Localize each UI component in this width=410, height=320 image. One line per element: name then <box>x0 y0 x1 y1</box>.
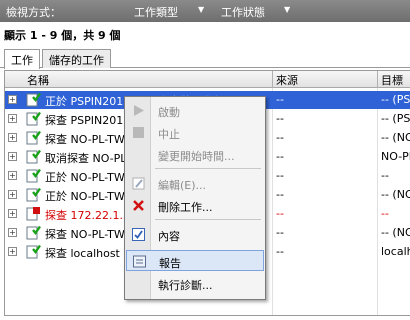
job-type-dropdown-icon[interactable]: ▼ <box>198 5 204 14</box>
expand-row-icon[interactable]: + <box>8 247 17 256</box>
expand-row-icon[interactable]: + <box>8 95 17 104</box>
job-source: -- <box>276 131 284 144</box>
menu-separator <box>155 219 261 220</box>
job-success-icon <box>26 92 41 107</box>
job-target: -- (PS <box>381 112 410 125</box>
tab-jobs[interactable]: 工作 <box>4 49 40 69</box>
job-source: -- <box>276 207 284 220</box>
column-header-name[interactable]: 名稱 <box>27 72 49 88</box>
expand-row-icon[interactable]: + <box>8 133 17 142</box>
job-status-dropdown-icon[interactable]: ▼ <box>284 5 290 14</box>
context-menu: 啟動 中止 變更開始時間... 編輯(E)... 刪除工作... 內容 報告 執… <box>124 96 266 300</box>
tab-strip: 工作 儲存的工作 <box>0 49 410 69</box>
delete-icon <box>133 200 144 211</box>
menu-item-label: 啟動 <box>158 106 180 119</box>
tab-saved-jobs[interactable]: 儲存的工作 <box>42 49 111 68</box>
view-by-label: 檢視方式： <box>6 6 61 19</box>
properties-icon <box>132 228 145 241</box>
job-type-filter[interactable]: 工作類型 <box>134 4 178 20</box>
expand-row-icon[interactable]: + <box>8 228 17 237</box>
job-success-icon <box>26 149 41 164</box>
job-source: -- <box>276 226 284 239</box>
edit-icon <box>132 177 145 190</box>
job-target: -- (NO <box>381 188 410 201</box>
job-target: localho <box>381 245 410 258</box>
job-success-icon <box>26 168 41 183</box>
menu-item-change-start-time[interactable]: 變更開始時間... <box>126 144 264 165</box>
menu-item-label: 刪除工作... <box>158 201 213 214</box>
stop-icon <box>133 127 144 138</box>
job-success-icon <box>26 130 41 145</box>
filter-bar: 檢視方式： 工作類型 ▼ 工作狀態 ▼ <box>0 0 410 22</box>
job-source: -- <box>276 150 284 163</box>
menu-item-start[interactable]: 啟動 <box>126 100 264 121</box>
menu-item-label: 內容 <box>158 230 180 243</box>
job-error-icon <box>26 207 40 221</box>
menu-separator <box>155 168 261 169</box>
job-source: -- <box>276 93 284 106</box>
column-header-source[interactable]: 來源 <box>276 72 298 88</box>
menu-item-label: 報告 <box>159 257 181 270</box>
menu-item-label: 執行診斷... <box>158 279 213 292</box>
job-source: -- <box>276 188 284 201</box>
menu-item-properties[interactable]: 內容 <box>126 224 264 245</box>
job-status-filter[interactable]: 工作狀態 <box>221 4 265 20</box>
report-icon <box>133 255 146 268</box>
job-target: -- <box>381 169 389 182</box>
job-success-icon <box>26 244 41 259</box>
expand-row-icon[interactable]: + <box>8 152 17 161</box>
job-source: -- <box>276 112 284 125</box>
expand-row-icon[interactable]: + <box>8 171 17 180</box>
job-target: -- (NO <box>381 226 410 239</box>
menu-item-edit[interactable]: 編輯(E)... <box>126 173 264 194</box>
menu-item-label: 中止 <box>158 128 180 141</box>
job-success-icon <box>26 111 41 126</box>
play-icon <box>134 105 144 116</box>
job-target: -- (PS <box>381 93 410 106</box>
job-success-icon <box>26 187 41 202</box>
menu-item-stop[interactable]: 中止 <box>126 122 264 143</box>
expand-row-icon[interactable]: + <box>8 209 17 218</box>
job-target: -- <box>381 207 389 220</box>
column-divider[interactable] <box>272 71 273 88</box>
result-summary: 顯示 1 - 9 個，共 9 個 <box>4 29 121 42</box>
table-header: 名稱 來源 目標 <box>5 71 410 88</box>
expand-row-icon[interactable]: + <box>8 114 17 123</box>
job-source: -- <box>276 245 284 258</box>
job-source: -- <box>276 169 284 182</box>
job-success-icon <box>26 225 41 240</box>
job-target: NO-PL <box>381 150 410 163</box>
column-header-target[interactable]: 目標 <box>381 72 403 88</box>
job-target: -- (NO <box>381 131 410 144</box>
menu-item-run-diagnostics[interactable]: 執行診斷... <box>126 273 264 294</box>
column-divider[interactable] <box>377 71 378 88</box>
menu-item-delete-job[interactable]: 刪除工作... <box>126 195 264 216</box>
menu-item-label: 編輯(E)... <box>158 179 207 192</box>
expand-row-icon[interactable]: + <box>8 190 17 199</box>
menu-item-label: 變更開始時間... <box>158 150 235 163</box>
menu-item-report[interactable]: 報告 <box>126 250 264 271</box>
